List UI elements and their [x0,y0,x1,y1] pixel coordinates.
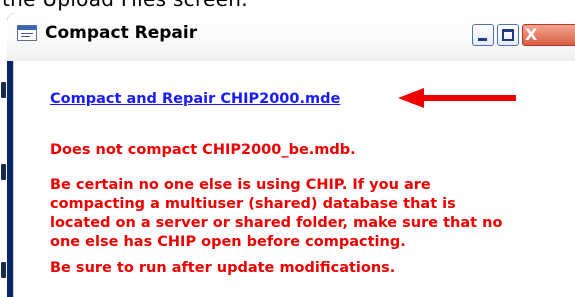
window-title: Compact Repair [45,23,198,43]
document-edge-mark [1,164,6,180]
compact-repair-window: Compact Repair X Compact and Repair CHIP… [7,13,575,297]
red-arrow-icon [398,88,516,108]
message-not-compact-backend: Does not compact CHIP2000_be.mdb. [50,141,356,160]
maximize-icon [502,29,514,41]
minimize-button[interactable] [472,24,494,46]
document-edge-mark [1,82,6,98]
close-icon: X [525,25,538,44]
message-line: one else has CHIP open before compacting… [50,234,406,250]
form-icon-line [21,33,33,34]
message-line: Be certain no one else is using CHIP. If… [50,177,431,193]
message-line: located on a server or shared folder, ma… [50,215,503,231]
title-bar[interactable]: Compact Repair X [7,13,575,61]
message-line: compacting a multiuser (shared) database… [50,196,456,212]
message-run-after-update: Be sure to run after update modification… [50,259,395,278]
document-edge-mark [1,262,6,278]
close-button[interactable]: X [522,24,575,46]
message-line: Does not compact CHIP2000_be.mdb. [50,142,356,158]
compact-and-repair-link[interactable]: Compact and Repair CHIP2000.mde [50,91,340,107]
minimize-icon [478,38,487,41]
form-client-area: Compact and Repair CHIP2000.mde Does not… [13,61,575,297]
form-icon-header [18,26,36,30]
screenshot-canvas: the Upload Files screen. Compact Repair … [0,0,575,297]
maximize-button[interactable] [497,24,519,46]
message-line: Be sure to run after update modification… [50,260,396,276]
form-icon-line [21,36,30,37]
form-icon[interactable] [17,25,37,41]
message-exclusive-access-warning: Be certain no one else is using CHIP. If… [50,176,502,252]
document-partial-text: the Upload Files screen. [2,0,248,11]
